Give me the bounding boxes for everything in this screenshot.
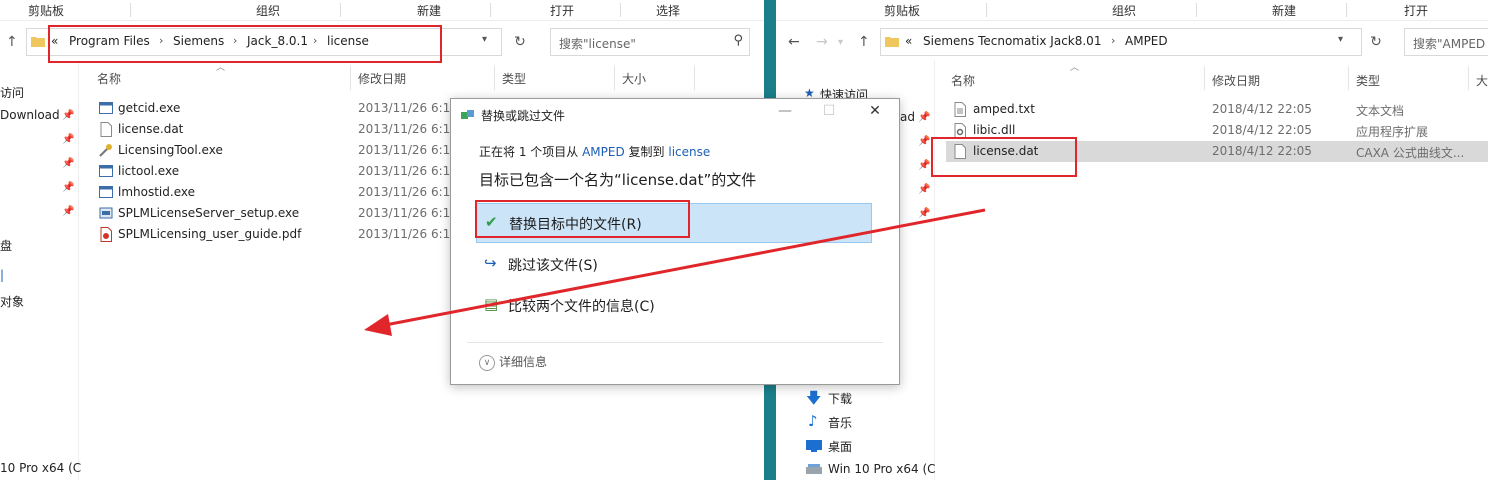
annotation-arrow — [364, 208, 986, 336]
annotation-arrow-head — [364, 314, 392, 336]
annotation-arrow-line — [379, 208, 986, 328]
